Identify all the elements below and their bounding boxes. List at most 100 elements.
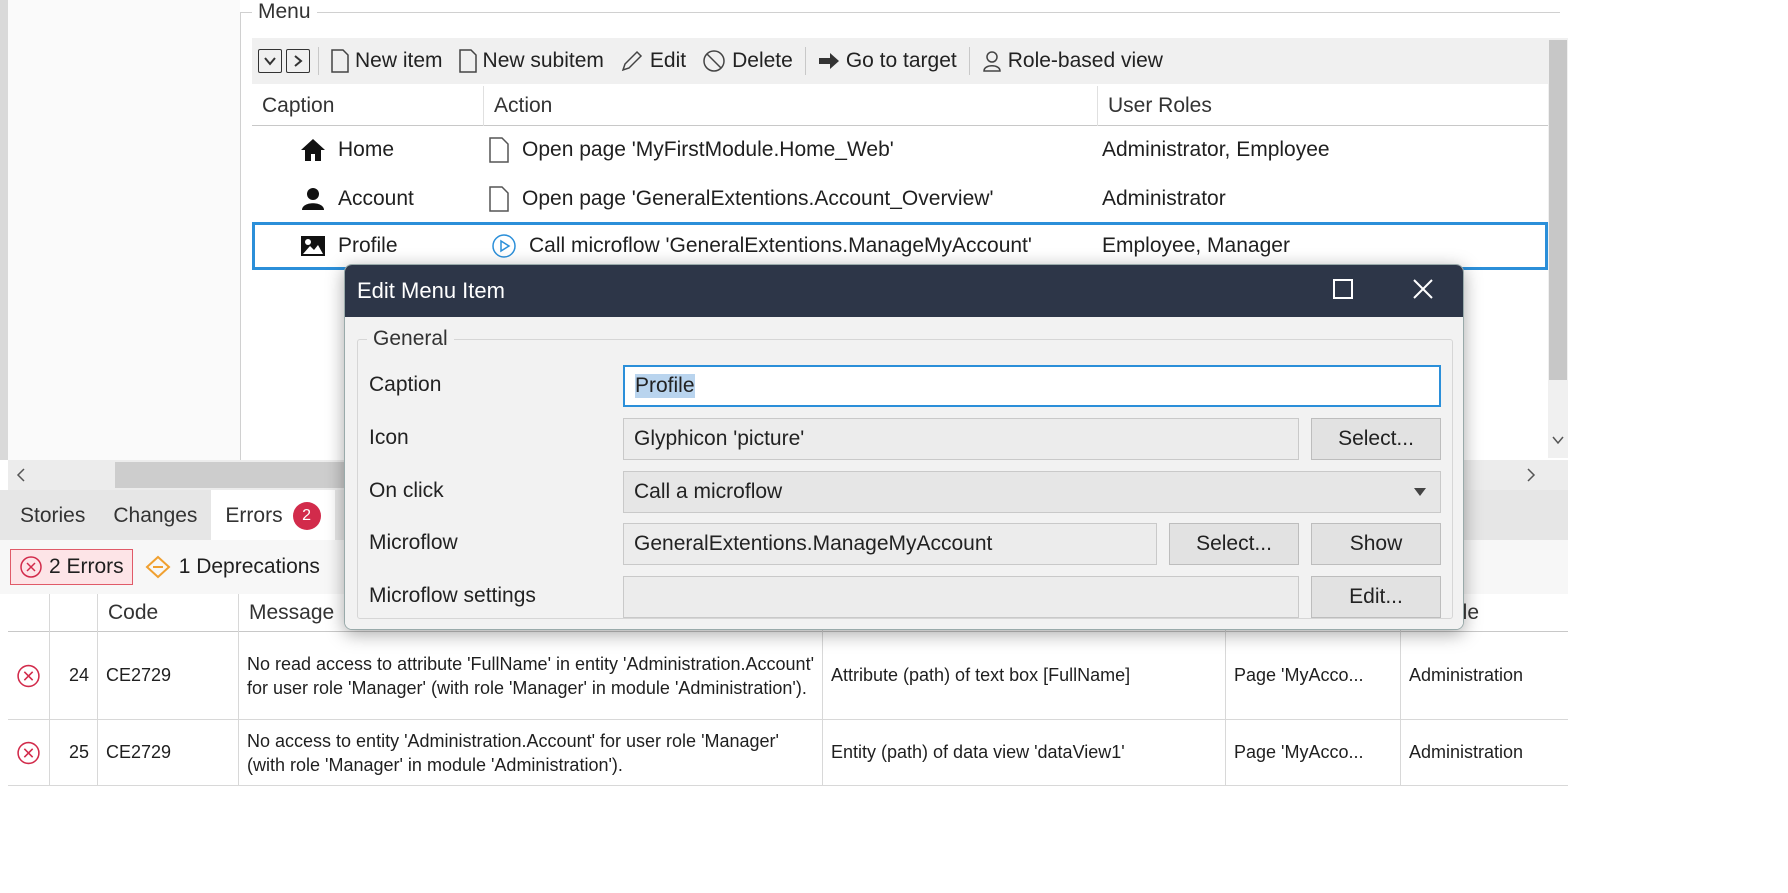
onclick-value: Call a microflow xyxy=(634,480,783,503)
menu-row-caption: Home xyxy=(338,138,395,161)
error-document: Page 'MyAcco... xyxy=(1226,632,1401,719)
close-icon[interactable] xyxy=(1409,275,1437,303)
error-row[interactable]: 25 CE2729 No access to entity 'Administr… xyxy=(8,720,1568,786)
left-strip xyxy=(0,0,8,460)
caption-input[interactable]: Profile xyxy=(623,365,1441,407)
column-caption[interactable]: Caption xyxy=(252,86,484,126)
scroll-down-icon[interactable] xyxy=(1551,430,1565,453)
expand-all-icon[interactable] xyxy=(286,49,310,73)
edit-button[interactable]: Edit xyxy=(612,43,694,79)
delete-button[interactable]: Delete xyxy=(694,43,801,79)
tab-changes[interactable]: Changes xyxy=(99,490,211,540)
user-outline-icon xyxy=(982,51,1001,72)
microflow-select-button[interactable]: Select... xyxy=(1169,523,1299,565)
menu-row-caption: Account xyxy=(338,187,414,210)
go-to-target-button[interactable]: Go to target xyxy=(810,43,965,79)
error-code: CE2729 xyxy=(98,720,239,785)
error-element: Entity (path) of data view 'dataView1' xyxy=(823,720,1226,785)
tab-errors[interactable]: Errors 2 xyxy=(211,490,335,540)
toolbar-separator xyxy=(968,47,970,75)
menu-row-account[interactable]: Account Open page 'GeneralExtentions.Acc… xyxy=(252,175,1548,223)
page-icon xyxy=(489,186,509,212)
scroll-right-icon[interactable] xyxy=(1524,466,1538,490)
caption-label: Caption xyxy=(369,373,442,396)
icon-label: Icon xyxy=(369,426,409,449)
error-number: 24 xyxy=(50,632,98,719)
errors-filter-label: 2 Errors xyxy=(49,555,124,578)
column-code[interactable]: Code xyxy=(98,594,239,632)
error-message: No read access to attribute 'FullName' i… xyxy=(239,632,823,719)
general-group-legend: General xyxy=(367,327,454,351)
microflow-settings-edit-button[interactable]: Edit... xyxy=(1311,576,1441,618)
column-severity[interactable] xyxy=(8,594,50,632)
microflow-label: Microflow xyxy=(369,531,458,554)
onclick-select[interactable]: Call a microflow xyxy=(623,471,1441,513)
vertical-scrollbar-thumb[interactable] xyxy=(1549,40,1567,380)
prohibit-icon xyxy=(703,50,725,72)
column-number[interactable] xyxy=(50,594,98,632)
tab-stories[interactable]: Stories xyxy=(0,490,99,540)
error-element: Attribute (path) of text box [FullName] xyxy=(823,632,1226,719)
icon-select-button[interactable]: Select... xyxy=(1311,418,1441,460)
left-pane xyxy=(8,0,240,460)
error-circle-icon xyxy=(17,664,40,687)
chevron-down-icon xyxy=(1414,488,1426,496)
errors-count-badge: 2 xyxy=(292,502,321,531)
document-icon xyxy=(458,49,477,73)
error-code: CE2729 xyxy=(98,632,239,719)
edit-menu-item-dialog: Edit Menu Item General Caption Profile I… xyxy=(344,264,1464,630)
menu-row-home[interactable]: Home Open page 'MyFirstModule.Home_Web' … xyxy=(252,126,1548,174)
error-row[interactable]: 24 CE2729 No read access to attribute 'F… xyxy=(8,632,1568,720)
errors-filter-toggle[interactable]: 2 Errors xyxy=(10,549,133,585)
menu-row-profile[interactable]: Profile Call microflow 'GeneralExtention… xyxy=(252,222,1548,270)
microflow-field[interactable]: GeneralExtentions.ManageMyAccount xyxy=(623,523,1157,565)
document-icon xyxy=(331,49,349,73)
microflow-show-button[interactable]: Show xyxy=(1311,523,1441,565)
caption-value: Profile xyxy=(635,374,695,398)
dialog-title-bar[interactable]: Edit Menu Item xyxy=(345,265,1463,317)
user-icon xyxy=(302,188,324,210)
page-icon xyxy=(489,137,509,163)
dialog-title: Edit Menu Item xyxy=(357,278,505,303)
icon-field[interactable]: Glyphicon 'picture' xyxy=(623,418,1299,460)
microflow-settings-field[interactable] xyxy=(623,576,1299,618)
pencil-icon xyxy=(621,50,642,72)
microflow-settings-label: Microflow settings xyxy=(369,584,536,607)
deprecations-filter-toggle[interactable]: 1 Deprecations xyxy=(145,555,320,579)
error-circle-icon xyxy=(20,556,42,578)
menu-toolbar: New item New subitem Edit Delete Go to t… xyxy=(252,38,1548,84)
menu-grid-header: Caption Action User Roles xyxy=(252,86,1548,126)
home-icon xyxy=(301,139,325,161)
new-subitem-button[interactable]: New subitem xyxy=(451,43,612,79)
deprecation-icon xyxy=(145,555,171,579)
arrow-right-icon xyxy=(818,53,839,69)
error-module: Administration xyxy=(1409,665,1524,685)
toolbar-separator xyxy=(318,47,319,75)
menu-row-roles: Employee, Manager xyxy=(1102,234,1290,257)
menu-row-action: Call microflow 'GeneralExtentions.Manage… xyxy=(529,234,1032,257)
toolbar-separator xyxy=(804,47,806,75)
menu-row-action: Open page 'MyFirstModule.Home_Web' xyxy=(522,138,894,161)
scroll-left-icon[interactable] xyxy=(14,466,28,490)
menu-row-roles: Administrator, Employee xyxy=(1102,138,1330,161)
menu-row-roles: Administrator xyxy=(1102,187,1226,210)
menu-row-caption: Profile xyxy=(338,234,398,257)
menu-legend: Menu xyxy=(252,0,317,24)
column-user-roles[interactable]: User Roles xyxy=(1098,86,1548,126)
error-number: 25 xyxy=(50,720,98,785)
microflow-icon xyxy=(492,234,516,258)
onclick-label: On click xyxy=(369,479,444,502)
new-subitem-label: New subitem xyxy=(482,49,604,72)
delete-label: Delete xyxy=(732,49,793,72)
error-document: Page 'MyAcco... xyxy=(1226,720,1401,785)
role-based-view-button[interactable]: Role-based view xyxy=(974,43,1171,79)
dialog-body: General Caption Profile Icon Glyphicon '… xyxy=(345,317,1463,629)
go-to-target-label: Go to target xyxy=(845,49,957,72)
new-item-button[interactable]: New item xyxy=(323,43,451,79)
edit-label: Edit xyxy=(649,49,687,72)
error-module: Administration xyxy=(1409,742,1524,762)
role-based-view-label: Role-based view xyxy=(1007,49,1163,72)
collapse-all-icon[interactable] xyxy=(258,49,282,73)
column-action[interactable]: Action xyxy=(484,86,1098,126)
maximize-icon[interactable] xyxy=(1333,279,1353,299)
